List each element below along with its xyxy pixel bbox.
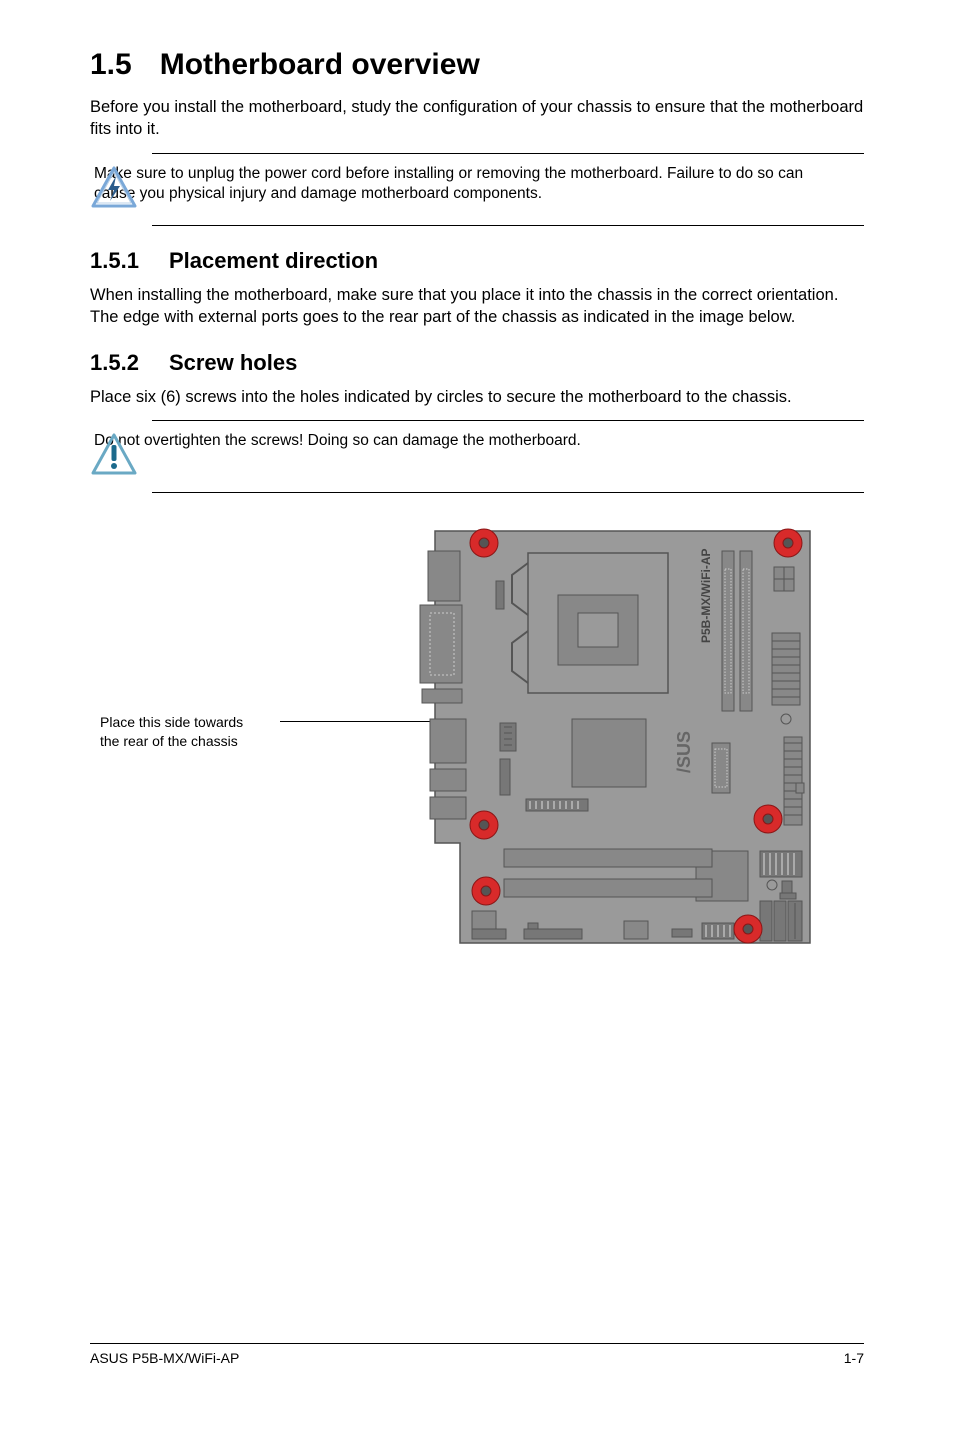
subsection-2-text: Place six (6) screws into the holes indi… — [90, 386, 864, 408]
footer-left: ASUS P5B-MX/WiFi-AP — [90, 1350, 239, 1366]
subsection-1-number: 1.5.1 — [90, 248, 139, 274]
motherboard-diagram: Place this side towards the rear of the … — [90, 523, 864, 1003]
motherboard-svg: /SUS — [400, 523, 830, 963]
section-heading: 1.5 Motherboard overview — [90, 48, 864, 82]
diagram-side-label: Place this side towards the rear of the … — [100, 713, 243, 749]
subsection-1-title: Placement direction — [169, 248, 378, 273]
page-footer: ASUS P5B-MX/WiFi-AP 1-7 — [90, 1343, 864, 1366]
subsection-heading-1: 1.5.1 Placement direction — [90, 248, 864, 274]
section-number: 1.5 — [90, 48, 132, 82]
section-intro: Before you install the motherboard, stud… — [90, 96, 864, 141]
board-model-text: P5B-MX/WiFi-AP — [699, 549, 713, 644]
footer-right: 1-7 — [844, 1350, 864, 1366]
subsection-heading-2: 1.5.2 Screw holes — [90, 350, 864, 376]
warning-callout-danger: Make sure to unplug the power cord befor… — [90, 153, 864, 226]
caution-text: Do not overtighten the screws! Doing so … — [90, 431, 601, 452]
warning-text: Make sure to unplug the power cord befor… — [90, 164, 864, 206]
warning-callout-caution: Do not overtighten the screws! Doing so … — [90, 420, 864, 493]
subsection-2-number: 1.5.2 — [90, 350, 139, 376]
subsection-2-title: Screw holes — [169, 350, 297, 375]
subsection-1-text: When installing the motherboard, make su… — [90, 284, 864, 329]
section-title: Motherboard overview — [160, 48, 480, 81]
svg-text:/SUS: /SUS — [674, 731, 694, 773]
